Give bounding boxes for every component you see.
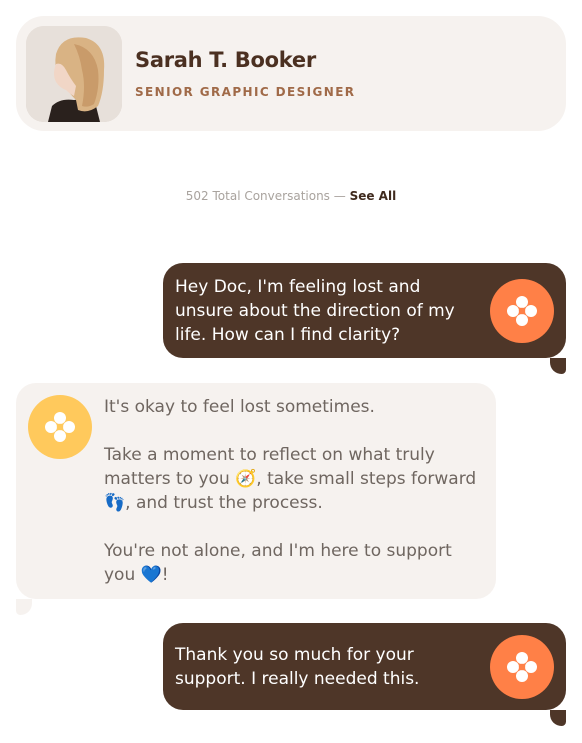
flower-icon (28, 395, 92, 459)
message-paragraph: Take a moment to reflect on what truly m… (104, 445, 477, 513)
message-paragraph: You're not alone, and I'm here to suppor… (104, 541, 452, 585)
bubble-tail (550, 358, 566, 374)
profile-name: Sarah T. Booker (135, 48, 316, 72)
avatar (26, 26, 122, 122)
message-text: Hey Doc, I'm feeling lost and unsure abo… (175, 277, 455, 345)
bubble-tail (16, 599, 32, 615)
user-message-bubble: Hey Doc, I'm feeling lost and unsure abo… (163, 263, 566, 374)
user-message-bubble: Thank you so much for your support. I re… (163, 623, 566, 726)
conversation-count-text: 502 Total Conversations (185, 189, 330, 203)
assistant-message-bubble: It's okay to feel lost sometimes. Take a… (16, 383, 496, 615)
profile-card: Sarah T. Booker SENIOR GRAPHIC DESIGNER (16, 16, 566, 131)
profile-role: SENIOR GRAPHIC DESIGNER (135, 85, 356, 99)
message-text: It's okay to feel lost sometimes. Take a… (104, 395, 486, 587)
flower-icon (490, 635, 554, 699)
avatar-image (26, 26, 122, 122)
message-paragraph: It's okay to feel lost sometimes. (104, 397, 375, 417)
bubble-tail (550, 710, 566, 726)
message-text: Thank you so much for your support. I re… (175, 645, 420, 689)
conversation-count: 502 Total Conversations — See All (0, 189, 582, 203)
flower-icon (490, 279, 554, 343)
see-all-link[interactable]: See All (350, 189, 397, 203)
conversation-separator: — (329, 189, 350, 203)
